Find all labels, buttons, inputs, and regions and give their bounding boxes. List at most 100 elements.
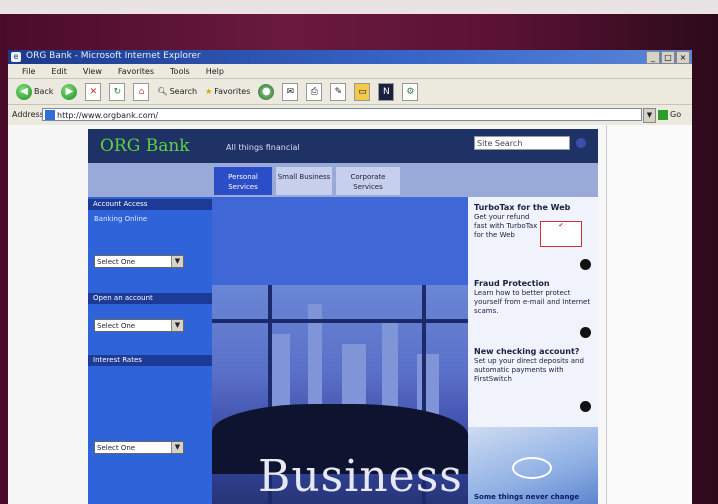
select-value: Select One (97, 258, 136, 266)
address-input[interactable]: http://www.orgbank.com/ (42, 108, 642, 121)
menu-tools[interactable]: Tools (170, 67, 190, 76)
forward-arrow-icon: ▶ (61, 83, 78, 100)
hero-image: Business (212, 285, 468, 504)
site-header: ORG Bank All things financial Site Searc… (88, 129, 598, 163)
go-arrow-icon (658, 109, 668, 120)
tab-corporate[interactable]: Corporate Services (336, 167, 400, 195)
standard-toolbar: ◀ Back ▶ ✕ ↻ ⌂ 🔍︎ Search ★ Favorites ● ✉ (8, 78, 692, 104)
favorites-label: Favorites (214, 87, 251, 96)
star-icon: ★ (205, 87, 213, 96)
messenger-icon: N (378, 82, 395, 101)
monitor-bezel (0, 0, 718, 14)
edit-icon: ✎ (330, 82, 347, 101)
menu-help[interactable]: Help (206, 67, 224, 76)
stop-button[interactable]: ✕ (83, 82, 103, 102)
promo-photo-caption: Some things never change (474, 493, 580, 501)
hero-building (382, 319, 398, 414)
tab-personal[interactable]: Personal Services (214, 167, 272, 195)
site-logo[interactable]: ORG Bank (100, 136, 190, 156)
back-arrow-icon: ◀ (16, 83, 32, 100)
edit-button[interactable]: ✎ (328, 82, 348, 102)
open-account-select[interactable]: Select One ▼ (94, 319, 184, 332)
back-label: Back (34, 87, 54, 96)
dropdown-arrow-icon: ▼ (171, 256, 183, 267)
address-label: Address (12, 110, 44, 119)
dropdown-arrow-icon: ▼ (171, 442, 183, 453)
title-bar: e ORG Bank - Microsoft Internet Explorer… (8, 50, 692, 64)
dropdown-arrow-icon: ▼ (171, 320, 183, 331)
sidebar-heading-open: Open an account (88, 293, 212, 304)
wrench-icon (512, 457, 552, 479)
account-access-select[interactable]: Select One ▼ (94, 255, 184, 268)
site-tabs: Personal Services Small Business Corpora… (88, 163, 598, 197)
refresh-button[interactable]: ↻ (107, 82, 127, 102)
go-button[interactable]: Go (658, 108, 688, 121)
mail-icon: ✉ (282, 82, 299, 101)
promo-title: Fraud Protection (474, 279, 550, 288)
menu-edit[interactable]: Edit (51, 67, 67, 76)
bullet-icon[interactable] (580, 327, 591, 338)
stop-icon: ✕ (85, 82, 102, 101)
ie-icon: e (11, 52, 21, 62)
hero-business-text: Business (258, 451, 463, 502)
maximize-button[interactable]: □ (661, 51, 675, 64)
promo-title: New checking account? (474, 347, 580, 356)
sidebar-heading-access: Account Access (88, 199, 212, 210)
rates-select[interactable]: Select One ▼ (94, 441, 184, 454)
site-search-input[interactable]: Site Search (474, 136, 570, 150)
address-bar: Address http://www.orgbank.com/ ▼ Go (8, 104, 692, 125)
page-right-margin (606, 125, 692, 504)
tool-button[interactable]: ⚙ (400, 82, 420, 102)
window-beam (212, 319, 468, 323)
menu-file[interactable]: File (22, 67, 35, 76)
bullet-icon[interactable] (580, 401, 591, 412)
mail-button[interactable]: ✉ (280, 82, 300, 102)
home-button[interactable]: ⌂ (131, 82, 151, 102)
window-title: ORG Bank - Microsoft Internet Explorer (26, 51, 201, 61)
hero-building (272, 334, 290, 414)
left-sidebar: Account Access Banking Online Select One… (88, 197, 212, 504)
print-button[interactable]: ⎙ (304, 82, 324, 102)
orgbank-page: ORG Bank All things financial Site Searc… (88, 129, 598, 504)
promo-photo[interactable]: Some things never change (468, 427, 598, 504)
media-icon: ● (258, 83, 275, 100)
menu-bar: File Edit View Favorites Tools Help (8, 64, 692, 78)
forward-button[interactable]: ▶ (59, 82, 79, 102)
promo-body: Set up your direct deposits and automati… (474, 357, 584, 383)
folder-icon: ▭ (354, 82, 371, 101)
refresh-icon: ↻ (109, 82, 126, 101)
promo-checking[interactable]: New checking account? Set up your direct… (474, 347, 592, 384)
back-button[interactable]: ◀ Back (14, 82, 55, 102)
tool-icon: ⚙ (402, 82, 419, 101)
bullet-icon[interactable] (580, 259, 591, 270)
promo-body: Get your refund fast with TurboTax for t… (474, 213, 538, 239)
folder-button[interactable]: ▭ (352, 82, 372, 102)
right-promo-column: TurboTax for the Web Get your refund fas… (468, 197, 598, 504)
search-button[interactable]: 🔍︎ Search (155, 82, 199, 102)
hero-building (417, 354, 439, 414)
page-icon (45, 110, 55, 120)
browser-window: e ORG Bank - Microsoft Internet Explorer… (8, 50, 692, 504)
menu-view[interactable]: View (83, 67, 102, 76)
address-dropdown-icon[interactable]: ▼ (643, 108, 656, 123)
banking-online-label[interactable]: Banking Online (94, 215, 147, 223)
tab-small-business[interactable]: Small Business (276, 167, 332, 195)
media-button[interactable]: ● (256, 82, 276, 102)
select-value: Select One (97, 444, 136, 452)
center-links-area (212, 197, 468, 285)
page-viewport: ORG Bank All things financial Site Searc… (8, 125, 692, 504)
site-tagline: All things financial (226, 143, 300, 152)
promo-body: Learn how to better protect yourself fro… (474, 289, 591, 315)
favorites-button[interactable]: ★ Favorites (203, 82, 252, 102)
messenger-button[interactable]: N (376, 82, 396, 102)
minimize-button[interactable]: _ (646, 51, 660, 64)
promo-title: TurboTax for the Web (474, 203, 571, 212)
sidebar-heading-rates: Interest Rates (88, 355, 212, 366)
select-value: Select One (97, 322, 136, 330)
site-search-go-icon[interactable] (576, 138, 586, 148)
close-button[interactable]: × (676, 51, 690, 64)
address-url: http://www.orgbank.com/ (57, 111, 159, 120)
menu-favorites[interactable]: Favorites (118, 67, 154, 76)
search-label: Search (169, 87, 198, 96)
promo-fraud[interactable]: Fraud Protection Learn how to better pro… (474, 279, 592, 316)
